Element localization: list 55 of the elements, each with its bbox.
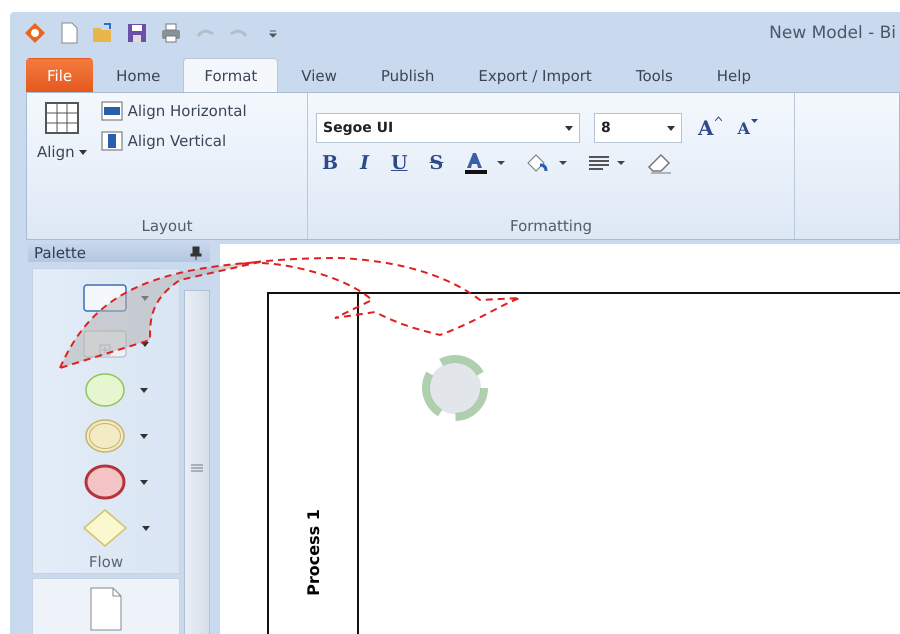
grid-icon xyxy=(44,101,80,135)
ribbon-tab[interactable]: Format xyxy=(183,58,278,92)
bold-button[interactable]: B xyxy=(320,152,340,174)
caret-icon xyxy=(140,434,148,438)
caret-icon xyxy=(667,126,675,130)
window-title: New Model - Bi xyxy=(769,23,896,43)
shrink-font-button[interactable]: A xyxy=(736,118,758,138)
align-vertical-button[interactable]: Align Vertical xyxy=(98,129,249,153)
font-field[interactable]: Segoe UI xyxy=(316,113,580,143)
circle-icon xyxy=(84,464,126,500)
font-color-icon[interactable] xyxy=(463,151,508,175)
pin-icon[interactable] xyxy=(190,246,202,260)
palette-title: Palette xyxy=(34,244,86,262)
caret-icon xyxy=(78,150,87,154)
caret-icon xyxy=(750,118,758,124)
strikethrough-button[interactable]: S xyxy=(428,152,446,174)
loading-spinner-icon xyxy=(422,355,488,421)
task-icon xyxy=(83,284,127,312)
print-icon[interactable] xyxy=(160,22,182,44)
align-horizontal-button[interactable]: Align Horizontal xyxy=(98,99,249,123)
subprocess-icon xyxy=(83,330,127,358)
document-icon xyxy=(90,587,122,631)
eraser-icon[interactable] xyxy=(645,151,674,175)
ribbon-tab[interactable]: View xyxy=(280,58,358,92)
align-vertical-icon xyxy=(100,131,123,151)
italic-button[interactable]: I xyxy=(358,152,371,174)
group-label: Layout xyxy=(140,217,194,235)
ribbon-tab[interactable]: Export / Import xyxy=(457,58,613,92)
caret-icon xyxy=(141,342,149,346)
save-icon[interactable] xyxy=(126,22,148,44)
diamond-icon xyxy=(82,508,128,548)
app-logo-icon[interactable] xyxy=(24,22,46,44)
lane-label: Process 1 xyxy=(304,508,322,596)
up-caret-icon xyxy=(714,116,722,121)
group-label: Formatting xyxy=(509,217,593,235)
font-size-field[interactable]: 8 xyxy=(594,113,682,143)
caret-icon xyxy=(141,296,149,300)
grow-font-button[interactable]: A xyxy=(696,116,722,140)
align-horizontal-icon xyxy=(100,101,123,121)
scrollbar[interactable] xyxy=(184,290,210,634)
circle-icon xyxy=(84,372,126,408)
ribbon-tab[interactable]: Home xyxy=(95,58,182,92)
ribbon-tab[interactable]: Help xyxy=(696,58,772,92)
open-folder-icon[interactable] xyxy=(92,22,114,44)
ribbon-tab[interactable]: Publish xyxy=(360,58,456,92)
section-label: Flow xyxy=(88,553,124,571)
caret-icon xyxy=(140,480,148,484)
ribbon-tab[interactable]: Tools xyxy=(614,58,694,92)
caret-icon xyxy=(140,388,148,392)
double-circle-icon xyxy=(84,418,126,454)
align-button[interactable]: Align xyxy=(35,99,89,217)
caret-icon xyxy=(565,126,573,130)
grip-icon xyxy=(190,464,204,474)
caret-icon xyxy=(142,526,150,530)
underline-button[interactable]: U xyxy=(388,152,410,174)
